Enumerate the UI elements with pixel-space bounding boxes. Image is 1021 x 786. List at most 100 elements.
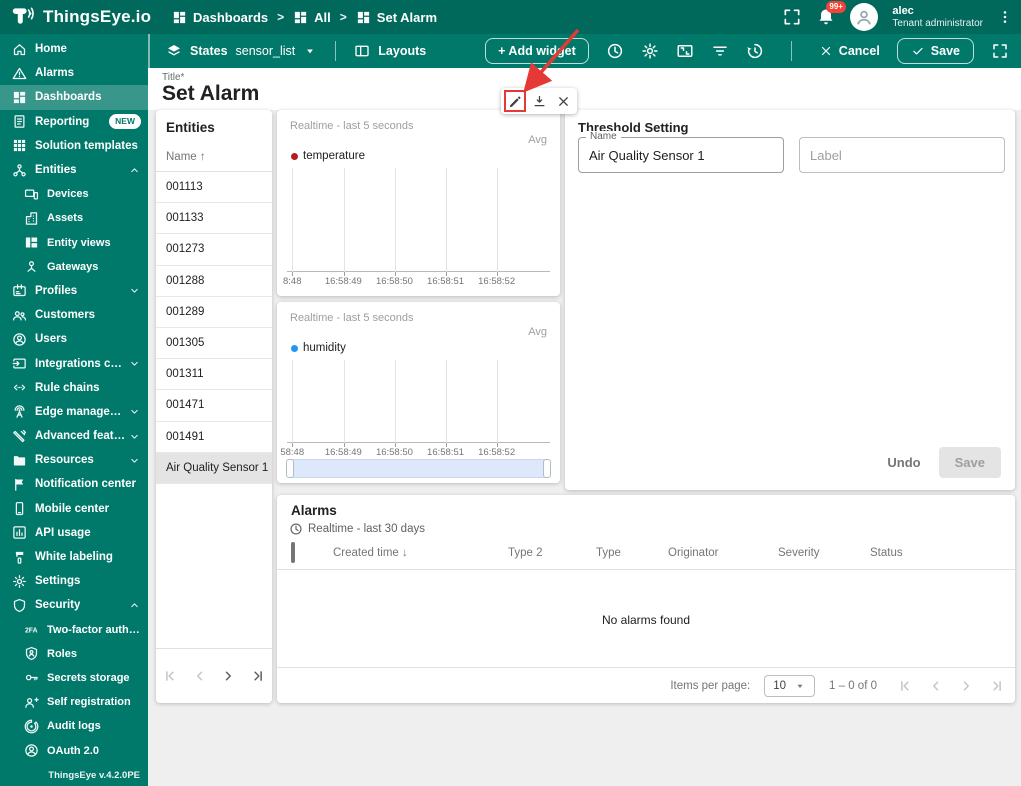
column-header-type-2[interactable]: Type 2 bbox=[508, 547, 596, 559]
brush-handle-left[interactable] bbox=[286, 459, 294, 478]
sidebar-item-gateways[interactable]: Gateways bbox=[0, 255, 148, 279]
chart-legend[interactable]: temperature bbox=[291, 150, 365, 162]
label-input[interactable] bbox=[799, 137, 1005, 173]
x-tick-label: 16:58:51 bbox=[427, 276, 465, 287]
sidebar-item-api-usage[interactable]: API usage bbox=[0, 521, 148, 545]
sidebar-item-solution-templates[interactable]: Solution templates bbox=[0, 134, 148, 158]
next-page-icon[interactable] bbox=[219, 667, 237, 685]
breadcrumb-item[interactable]: All bbox=[293, 10, 331, 25]
brush-handle-right[interactable] bbox=[543, 459, 551, 478]
sidebar-item-self-registration[interactable]: Self registration bbox=[0, 690, 148, 714]
entity-row[interactable]: Air Quality Sensor 1 bbox=[156, 452, 272, 484]
chevron-down-icon bbox=[128, 284, 141, 297]
sidebar-item-profiles[interactable]: Profiles bbox=[0, 279, 148, 303]
entity-row[interactable]: 001491 bbox=[156, 422, 272, 453]
state-select[interactable]: sensor_list bbox=[236, 44, 296, 58]
entity-row[interactable]: 001305 bbox=[156, 328, 272, 360]
entity-row[interactable]: 001471 bbox=[156, 390, 272, 422]
page-title[interactable]: Set Alarm bbox=[162, 82, 259, 106]
edit-widget-button[interactable] bbox=[504, 90, 526, 112]
download-widget-button[interactable] bbox=[528, 90, 550, 112]
last-page-icon[interactable] bbox=[987, 677, 1005, 695]
kebab-menu-icon[interactable] bbox=[997, 7, 1013, 27]
quilt-icon bbox=[24, 235, 39, 250]
entity-row[interactable]: 001288 bbox=[156, 266, 272, 297]
last-page-icon[interactable] bbox=[248, 667, 266, 685]
save-button[interactable]: Save bbox=[896, 38, 974, 64]
entity-row[interactable]: 001273 bbox=[156, 234, 272, 266]
page-size-select[interactable]: 10 bbox=[764, 674, 816, 697]
version-history-icon[interactable] bbox=[746, 42, 764, 60]
avatar[interactable] bbox=[850, 3, 879, 31]
entity-row[interactable]: 001289 bbox=[156, 297, 272, 328]
sidebar-item-entity-views[interactable]: Entity views bbox=[0, 231, 148, 255]
next-page-icon[interactable] bbox=[957, 677, 975, 695]
oauth-icon bbox=[24, 743, 39, 758]
entity-row[interactable]: 001113 bbox=[156, 172, 272, 204]
first-page-icon[interactable] bbox=[897, 677, 915, 695]
entity-row[interactable]: 001311 bbox=[156, 359, 272, 391]
expand-fullscreen-icon[interactable] bbox=[991, 42, 1009, 60]
alarms-timewindow[interactable]: Realtime - last 30 days bbox=[289, 522, 425, 536]
previous-page-icon[interactable] bbox=[191, 667, 209, 685]
timewindow-clock-icon[interactable] bbox=[606, 42, 624, 60]
threshold-save-button[interactable]: Save bbox=[938, 447, 1001, 478]
state-caret-icon[interactable] bbox=[303, 44, 317, 58]
sidebar-item-notification-center[interactable]: Notification center bbox=[0, 472, 148, 496]
sidebar-item-home[interactable]: Home bbox=[0, 37, 148, 61]
sidebar-item-security[interactable]: Security bbox=[0, 593, 148, 617]
sidebar-item-white-labeling[interactable]: White labeling bbox=[0, 545, 148, 569]
undo-button[interactable]: Undo bbox=[887, 455, 920, 470]
notifications-button[interactable]: 99+ bbox=[816, 1, 846, 27]
sidebar-item-advanced-features[interactable]: Advanced features bbox=[0, 424, 148, 448]
sidebar-item-assets[interactable]: Assets bbox=[0, 206, 148, 230]
sidebar-item-settings[interactable]: Settings bbox=[0, 569, 148, 593]
remove-widget-button[interactable] bbox=[552, 90, 574, 112]
column-header-originator[interactable]: Originator bbox=[668, 547, 778, 559]
filters-icon[interactable] bbox=[711, 42, 729, 60]
previous-page-icon[interactable] bbox=[927, 677, 945, 695]
time-range-brush[interactable] bbox=[286, 459, 551, 478]
entity-aliases-icon[interactable] bbox=[676, 42, 694, 60]
chart-timewindow[interactable]: Realtime - last 5 seconds bbox=[290, 120, 414, 132]
sidebar-item-mobile-center[interactable]: Mobile center bbox=[0, 497, 148, 521]
dashboard-settings-gear-icon[interactable] bbox=[641, 42, 659, 60]
building-icon bbox=[24, 211, 39, 226]
entity-row[interactable]: 001133 bbox=[156, 203, 272, 235]
name-input[interactable] bbox=[578, 137, 784, 173]
sidebar-item-edge-management[interactable]: Edge management bbox=[0, 400, 148, 424]
column-header-severity[interactable]: Severity bbox=[778, 547, 870, 559]
name-column-header[interactable]: Name ↑ bbox=[156, 135, 272, 172]
sidebar-item-oauth-2-0[interactable]: OAuth 2.0 bbox=[0, 738, 148, 762]
sidebar-item-two-factor-authenticati[interactable]: 2FA Two-factor authenticati... bbox=[0, 618, 148, 642]
sidebar-item-roles[interactable]: Roles bbox=[0, 642, 148, 666]
column-header-created-time[interactable]: Created time ↓ bbox=[333, 547, 508, 559]
sidebar-item-secrets-storage[interactable]: Secrets storage bbox=[0, 666, 148, 690]
sidebar-item-customers[interactable]: Customers bbox=[0, 303, 148, 327]
cancel-button[interactable]: Cancel bbox=[819, 44, 880, 58]
first-page-icon[interactable] bbox=[162, 667, 180, 685]
fullscreen-icon[interactable] bbox=[782, 7, 802, 27]
breadcrumb-item[interactable]: Set Alarm bbox=[356, 10, 437, 25]
layouts-button[interactable]: Layouts bbox=[378, 44, 426, 58]
sidebar-item-dashboards[interactable]: Dashboards bbox=[0, 85, 148, 110]
column-header-status[interactable]: Status bbox=[870, 547, 1000, 559]
chart-legend[interactable]: humidity bbox=[291, 342, 346, 354]
sidebar-item-resources[interactable]: Resources bbox=[0, 448, 148, 472]
app-logo[interactable]: ThingsEye.io bbox=[0, 4, 172, 30]
sidebar-item-integrations-center[interactable]: Integrations center bbox=[0, 351, 148, 375]
sidebar-item-devices[interactable]: Devices bbox=[0, 182, 148, 206]
add-widget-button[interactable]: + Add widget bbox=[485, 38, 589, 64]
sidebar-item-users[interactable]: Users bbox=[0, 327, 148, 351]
column-header-type[interactable]: Type bbox=[596, 547, 668, 559]
sidebar-item-reporting[interactable]: Reporting NEW bbox=[0, 110, 148, 134]
breadcrumb-item[interactable]: Dashboards bbox=[172, 10, 268, 25]
sidebar-item-label: Roles bbox=[47, 647, 77, 660]
sidebar-item-entities[interactable]: Entities bbox=[0, 158, 148, 182]
sidebar-item-audit-logs[interactable]: Audit logs bbox=[0, 714, 148, 738]
sidebar-item-rule-chains[interactable]: Rule chains bbox=[0, 376, 148, 400]
sidebar-item-alarms[interactable]: Alarms bbox=[0, 61, 148, 85]
chart-timewindow[interactable]: Realtime - last 5 seconds bbox=[290, 312, 414, 324]
ethernet-icon bbox=[12, 380, 27, 395]
select-all-checkbox[interactable] bbox=[291, 542, 295, 563]
